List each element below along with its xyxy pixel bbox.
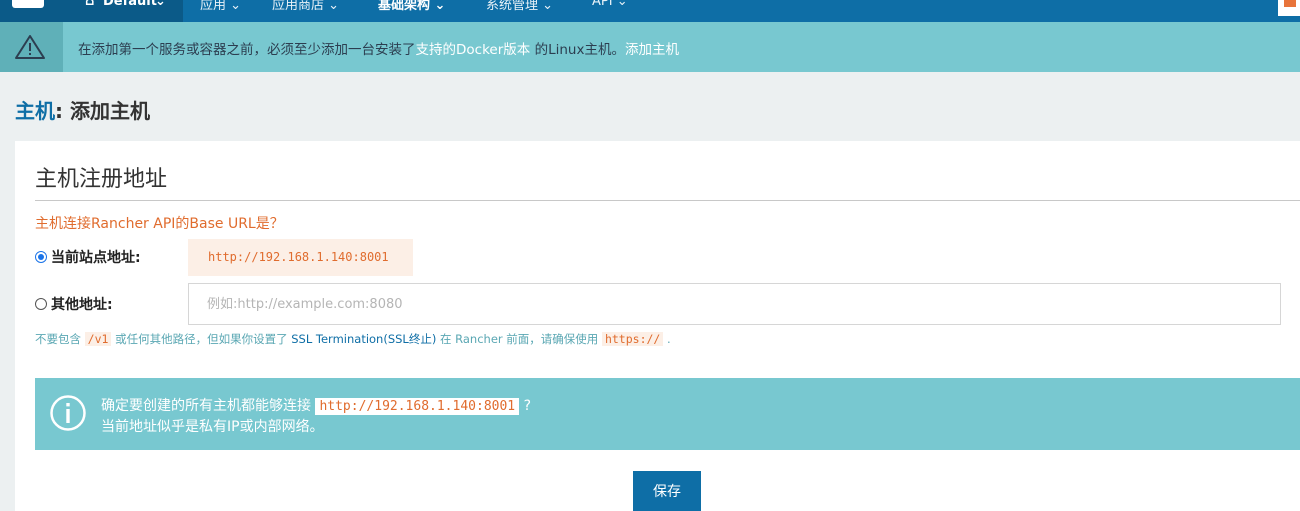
- nav-item-infrastructure[interactable]: 基础架构 ⌄: [378, 0, 445, 13]
- info-line-2: 当前地址似乎是私有IP或内部网络。: [101, 419, 324, 435]
- nav-item-apps[interactable]: 应用 ⌄: [200, 0, 241, 13]
- hint-code-https: https://: [601, 332, 664, 346]
- hint-text-5: .: [667, 332, 671, 346]
- registration-card: 主机注册地址 主机连接Rancher API的Base URL是？ 当前站点地址…: [15, 141, 1300, 511]
- section-title: 主机注册地址: [35, 167, 168, 192]
- breadcrumb-separator: :: [55, 99, 63, 123]
- warning-icon: [15, 35, 45, 59]
- avatar: [1284, 0, 1296, 7]
- info-line-1: 确定要创建的所有主机都能够连接 http://192.168.1.140:800…: [101, 395, 531, 415]
- info-url-code: http://192.168.1.140:8001: [315, 398, 520, 415]
- page-title-text: 添加主机: [63, 99, 150, 123]
- home-icon: ⌂: [85, 0, 95, 9]
- base-url-question: 主机连接Rancher API的Base URL是？: [35, 216, 284, 232]
- hint-text-2: 或任何其他路径，但如果你设置了: [115, 332, 288, 346]
- docker-versions-link[interactable]: 支持的Docker版本: [416, 42, 531, 58]
- hint-text-4: 在 Rancher 前面，请确保使用: [439, 332, 599, 346]
- warning-icon-box: [0, 22, 63, 72]
- hint-code-v1: /v1: [84, 332, 112, 346]
- current-site-option[interactable]: 当前站点地址:: [35, 247, 141, 267]
- nav-item-admin[interactable]: 系统管理 ⌄: [486, 0, 553, 13]
- banner-text-prefix: 在添加第一个服务或容器之前，必须至少添加一台安装了: [78, 42, 416, 58]
- other-address-option[interactable]: 其他地址:: [35, 294, 113, 314]
- rancher-logo[interactable]: [0, 0, 63, 22]
- other-address-input[interactable]: [188, 283, 1281, 325]
- banner-message: 在添加第一个服务或容器之前，必须至少添加一台安装了支持的Docker版本 的Li…: [78, 38, 679, 58]
- hint-ssl-termination: SSL Termination(SSL终止): [291, 332, 437, 346]
- breadcrumb-hosts[interactable]: 主机: [15, 99, 55, 123]
- user-menu[interactable]: [1278, 0, 1300, 16]
- info-alert: 确定要创建的所有主机都能够连接 http://192.168.1.140:800…: [35, 378, 1300, 450]
- environment-switcher[interactable]: ⌂ Default ⌄: [63, 0, 183, 22]
- nav-item-catalog[interactable]: 应用商店 ⌄: [272, 0, 339, 13]
- add-host-link[interactable]: 添加主机: [625, 42, 679, 58]
- warning-banner: 在添加第一个服务或容器之前，必须至少添加一台安装了支持的Docker版本 的Li…: [0, 22, 1300, 72]
- current-site-radio[interactable]: [35, 251, 47, 263]
- info-text-prefix: 确定要创建的所有主机都能够连接: [101, 398, 311, 414]
- url-hint: 不要包含 /v1 或任何其他路径，但如果你设置了 SSL Termination…: [35, 331, 671, 347]
- info-icon: [50, 395, 86, 431]
- environment-label: Default: [103, 0, 157, 9]
- top-nav: ⌂ Default ⌄ 应用 ⌄ 应用商店 ⌄ 基础架构 ⌄ 系统管理 ⌄ AP…: [0, 0, 1300, 22]
- page-title: 主机: 添加主机: [15, 95, 150, 124]
- current-site-url: http://192.168.1.140:8001: [188, 239, 413, 276]
- hint-text-1: 不要包含: [35, 332, 81, 346]
- nav-item-api[interactable]: API ⌄: [592, 0, 628, 9]
- divider: [35, 200, 1300, 201]
- save-button[interactable]: 保存: [633, 471, 701, 511]
- current-site-label: 当前站点地址:: [51, 250, 141, 266]
- chevron-down-icon: ⌄: [155, 0, 166, 9]
- other-address-radio[interactable]: [35, 298, 47, 310]
- banner-text-middle: 的Linux主机。: [530, 42, 625, 58]
- other-address-label: 其他地址:: [51, 297, 113, 313]
- info-text-suffix: ?: [519, 398, 532, 414]
- logo-icon: [12, 0, 44, 8]
